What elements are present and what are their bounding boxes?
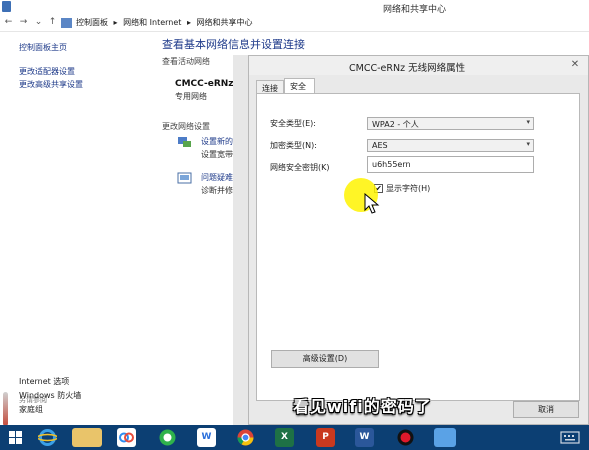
encryption-type-value: AES <box>372 141 388 150</box>
tab-security[interactable]: 安全 <box>284 78 315 94</box>
encryption-type-label: 加密类型(N): <box>270 141 317 150</box>
setup-connection-desc: 设置宽带 <box>201 150 233 159</box>
remote-desktop-icon[interactable] <box>434 428 456 447</box>
sidebar-item-home[interactable]: 控制面板主页 <box>19 42 67 53</box>
tab-connection[interactable]: 连接 <box>256 80 284 94</box>
file-explorer-icon[interactable] <box>72 428 102 447</box>
screen-recorder-icon[interactable] <box>396 428 415 447</box>
breadcrumb-item[interactable]: 控制面板 <box>76 18 108 27</box>
security-type-select[interactable]: WPA2 - 个人 ▾ <box>367 117 534 130</box>
advanced-settings-button[interactable]: 高级设置(D) <box>271 350 379 368</box>
network-key-label: 网络安全密钥(K) <box>270 163 330 172</box>
word-icon[interactable]: W <box>355 428 374 447</box>
video-subtitle: 看见wifi的密码了 <box>293 397 432 416</box>
sidebar-item-homegroup[interactable]: 家庭组 <box>19 404 43 415</box>
breadcrumb-separator-icon: ▸ <box>113 18 118 27</box>
windows-start-icon[interactable] <box>6 428 25 447</box>
mouse-cursor-icon <box>364 193 380 214</box>
dialog-title: CMCC-eRNz 无线网络属性 <box>349 63 466 74</box>
baidu-netdisk-icon[interactable] <box>117 428 136 447</box>
sidebar-item-advanced-sharing[interactable]: 更改高级共享设置 <box>19 79 83 90</box>
chrome-icon[interactable] <box>236 428 255 447</box>
360-browser-icon[interactable] <box>158 428 177 447</box>
address-bar: ← → ⌄ ↑ 控制面板 ▸ 网络和 Internet ▸ 网络和共享中心 <box>0 14 589 32</box>
security-panel: 安全类型(E): WPA2 - 个人 ▾ 加密类型(N): AES ▾ 网络安全… <box>256 93 580 401</box>
internet-explorer-icon[interactable] <box>36 428 59 447</box>
change-settings-label: 更改网络设置 <box>162 122 210 131</box>
troubleshoot-link[interactable]: 问题疑难 <box>201 172 233 183</box>
chevron-down-icon: ▾ <box>526 140 530 148</box>
network-name: CMCC-eRNz <box>175 79 234 89</box>
chevron-down-icon: ▾ <box>526 118 530 126</box>
back-arrow-icon[interactable]: ← <box>3 17 14 28</box>
window-shadow <box>233 55 249 425</box>
chevron-down-icon[interactable]: ⌄ <box>33 17 44 28</box>
troubleshoot-icon <box>177 172 192 184</box>
cancel-button[interactable]: 取消 <box>513 401 579 418</box>
dialog-title-bar: CMCC-eRNz 无线网络属性 ✕ <box>249 56 588 75</box>
up-arrow-icon[interactable]: ↑ <box>47 17 58 28</box>
sidebar: 控制面板主页 更改适配器设置 更改高级共享设置 另请参阅 Internet 选项… <box>0 32 158 426</box>
page-title: 查看基本网络信息并设置连接 <box>162 38 305 51</box>
troubleshoot-desc: 诊断并修 <box>201 186 233 195</box>
control-panel-icon <box>61 18 72 28</box>
keyboard-icon[interactable] <box>560 429 580 446</box>
breadcrumb-item[interactable]: 网络和 Internet <box>123 18 181 27</box>
security-type-value: WPA2 - 个人 <box>372 120 419 129</box>
excel-icon[interactable]: X <box>275 428 294 447</box>
active-networks-label: 查看活动网络 <box>162 57 210 66</box>
taskbar: W X P W <box>0 425 589 450</box>
network-type-link[interactable]: 专用网络 <box>175 91 207 102</box>
sidebar-item-change-adapter[interactable]: 更改适配器设置 <box>19 66 75 77</box>
new-connection-icon <box>178 137 191 147</box>
powerpoint-icon[interactable]: P <box>316 428 335 447</box>
security-type-label: 安全类型(E): <box>270 119 316 128</box>
close-icon[interactable]: ✕ <box>568 59 582 71</box>
show-characters-label: 显示字符(H) <box>386 184 431 193</box>
sidebar-item-internet-options[interactable]: Internet 选项 <box>19 376 69 387</box>
thermometer-icon <box>3 392 8 426</box>
setup-connection-link[interactable]: 设置新的 <box>201 136 233 147</box>
sidebar-item-firewall[interactable]: Windows 防火墙 <box>19 390 81 401</box>
network-key-field[interactable]: u6h55ern <box>367 156 534 173</box>
wireless-properties-dialog: CMCC-eRNz 无线网络属性 ✕ 连接 安全 安全类型(E): WPA2 -… <box>248 55 589 425</box>
encryption-type-select[interactable]: AES ▾ <box>367 139 534 152</box>
forward-arrow-icon[interactable]: → <box>18 17 29 28</box>
breadcrumb: 控制面板 ▸ 网络和 Internet ▸ 网络和共享中心 <box>76 17 256 28</box>
breadcrumb-item[interactable]: 网络和共享中心 <box>197 18 253 27</box>
breadcrumb-separator-icon: ▸ <box>186 18 191 27</box>
wps-office-icon[interactable]: W <box>197 428 216 447</box>
